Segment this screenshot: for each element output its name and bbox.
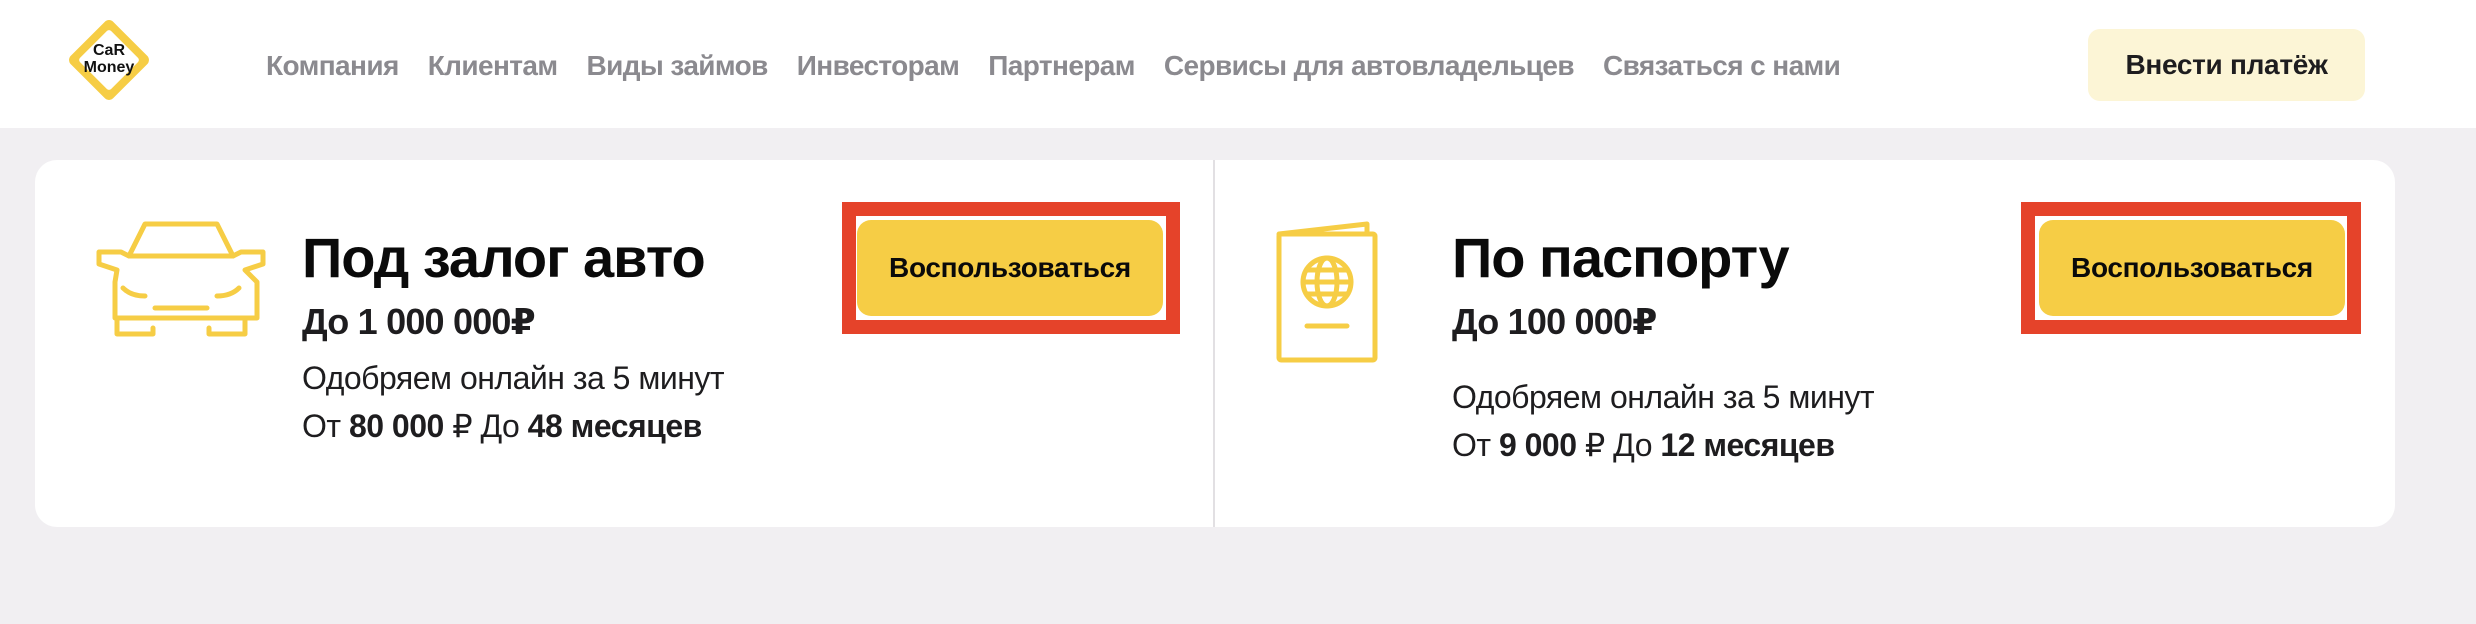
offer-title: По паспорту (1452, 226, 1790, 289)
car-icon (95, 220, 267, 338)
nav-item-contact[interactable]: Связаться с нами (1603, 48, 1841, 84)
terms-from-prefix: От (302, 408, 341, 444)
logo-icon: CaR Money (69, 20, 149, 100)
terms-from-prefix: От (1452, 427, 1491, 463)
nav-item-car-services[interactable]: Сервисы для автовладельцев (1164, 48, 1575, 84)
terms-currency: ₽ (1584, 427, 1605, 463)
nav-item-loan-types[interactable]: Виды займов (586, 48, 768, 84)
svg-text:CaR: CaR (93, 42, 125, 59)
offer-passport: По паспорту До 100 000₽ Одобряем онлайн … (1215, 160, 2395, 527)
nav-item-clients[interactable]: Клиентам (428, 48, 558, 84)
offer-approval-text: Одобряем онлайн за 5 минут (1452, 379, 1875, 415)
offer-title: Под залог авто (302, 226, 706, 289)
terms-to-prefix: До (1613, 427, 1652, 463)
offer-terms: От 9 000 ₽ До 12 месяцев (1452, 425, 1835, 465)
terms-to-prefix: До (480, 408, 520, 444)
use-offer-button-passport[interactable]: Воспользоваться (2039, 220, 2345, 316)
nav-item-company[interactable]: Компания (266, 48, 399, 84)
offer-amount: До 100 000₽ (1452, 301, 1657, 342)
passport-icon (1275, 220, 1379, 364)
offer-terms: От 80 000 ₽ До 48 месяцев (302, 406, 702, 446)
terms-from-value: 9 000 (1498, 427, 1577, 463)
offer-amount: До 1 000 000₽ (302, 301, 536, 342)
terms-to-value: 12 месяцев (1660, 427, 1835, 463)
make-payment-button[interactable]: Внести платёж (2088, 29, 2365, 101)
svg-text:Money: Money (84, 59, 135, 76)
terms-currency: ₽ (452, 408, 473, 444)
offer-approval-text: Одобряем онлайн за 5 минут (302, 360, 725, 396)
site-header: CaR Money Компания Клиентам Виды займов … (0, 0, 2476, 128)
nav-item-partners[interactable]: Партнерам (988, 48, 1135, 84)
main-nav: Компания Клиентам Виды займов Инвесторам… (266, 48, 1841, 84)
nav-item-investors[interactable]: Инвесторам (797, 48, 960, 84)
terms-from-value: 80 000 (348, 408, 444, 444)
carmoney-logo[interactable]: CaR Money (62, 13, 156, 107)
loan-offers-card: Под залог авто До 1 000 000₽ Одобряем он… (35, 160, 2395, 527)
use-offer-button-car[interactable]: Воспользоваться (857, 220, 1163, 316)
terms-to-value: 48 месяцев (527, 408, 703, 444)
offer-car-collateral: Под залог авто До 1 000 000₽ Одобряем он… (35, 160, 1213, 527)
